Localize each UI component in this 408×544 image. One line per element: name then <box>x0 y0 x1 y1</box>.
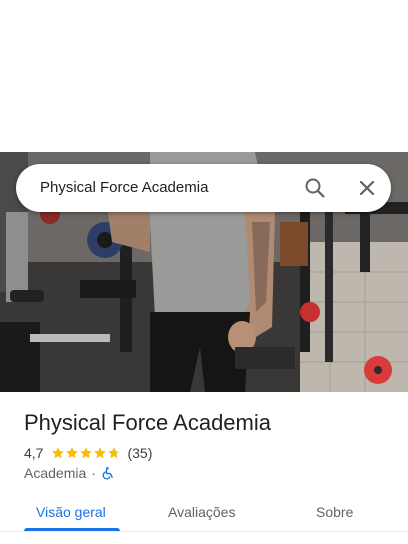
wheelchair-icon[interactable] <box>101 466 115 480</box>
star-icon <box>94 447 107 459</box>
place-tabs: Visão geral Avaliações Sobre <box>0 496 408 544</box>
star-icon <box>66 447 79 459</box>
search-bar[interactable]: Physical Force Academia <box>16 164 391 212</box>
tab-about[interactable]: Sobre <box>316 504 353 520</box>
tab-overview[interactable]: Visão geral <box>36 504 106 520</box>
tab-reviews[interactable]: Avaliações <box>168 504 235 520</box>
rating-row[interactable]: 4,7 (35) <box>24 444 152 462</box>
category-separator: · <box>91 465 96 481</box>
star-icon <box>52 447 65 459</box>
star-icon <box>80 447 93 459</box>
category-row: Academia · <box>24 465 115 481</box>
rating-value: 4,7 <box>24 445 44 461</box>
close-icon[interactable] <box>355 176 379 200</box>
tabs-divider <box>0 531 408 532</box>
review-count[interactable]: (35) <box>127 445 152 461</box>
star-icon <box>108 447 121 459</box>
search-icon[interactable] <box>303 176 327 200</box>
rating-stars <box>51 446 121 460</box>
search-query-text[interactable]: Physical Force Academia <box>40 179 208 196</box>
place-category[interactable]: Academia <box>24 465 86 481</box>
place-title: Physical Force Academia <box>24 410 271 435</box>
